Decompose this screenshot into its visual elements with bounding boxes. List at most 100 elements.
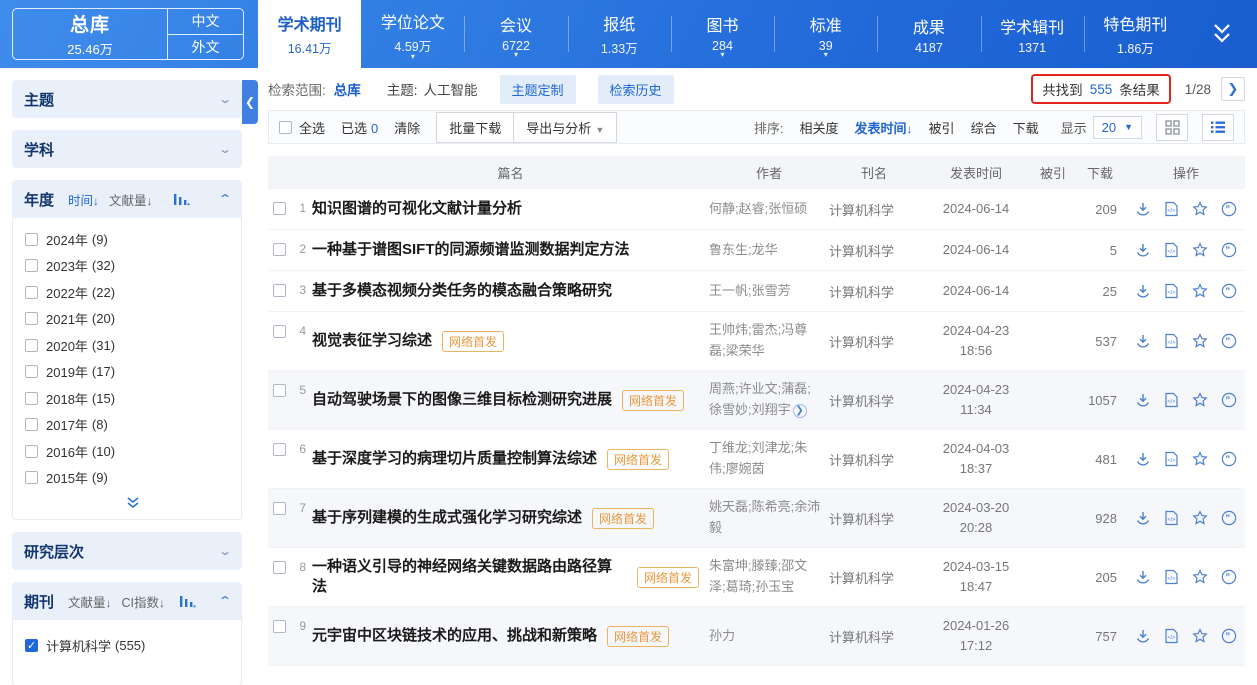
html-read-icon[interactable]: </> — [1164, 201, 1179, 217]
more-tabs-button[interactable] — [1187, 0, 1257, 68]
expand-authors-icon[interactable]: ❯ — [793, 404, 807, 418]
cite-quote-icon[interactable]: ” — [1221, 201, 1237, 217]
row-checkbox[interactable] — [273, 284, 286, 297]
year-filter-option[interactable]: 2020年(31) — [25, 332, 241, 359]
download-icon[interactable] — [1135, 510, 1151, 526]
sort-publish-time[interactable]: 发表时间↓ — [855, 118, 913, 137]
html-read-icon[interactable]: </> — [1164, 242, 1179, 258]
cite-quote-icon[interactable]: ” — [1221, 569, 1237, 585]
select-all-checkbox[interactable] — [279, 121, 292, 134]
checkbox-checked[interactable] — [25, 639, 38, 652]
html-read-icon[interactable]: </> — [1164, 333, 1179, 349]
authors[interactable]: 丁维龙;刘津龙;朱伟;廖婉茵 — [709, 438, 829, 480]
row-checkbox[interactable] — [273, 561, 286, 574]
download-icon[interactable] — [1135, 451, 1151, 467]
checkbox[interactable] — [25, 259, 38, 272]
sort-cited[interactable]: 被引 — [929, 118, 955, 137]
download-icon[interactable] — [1135, 283, 1151, 299]
row-checkbox[interactable] — [273, 202, 286, 215]
tab-conferences[interactable]: 会议 6722 ▾ — [464, 0, 567, 68]
html-read-icon[interactable]: </> — [1164, 392, 1179, 408]
cite-quote-icon[interactable]: ” — [1221, 283, 1237, 299]
year-filter-option[interactable]: 2016年(10) — [25, 438, 241, 465]
download-icon[interactable] — [1135, 569, 1151, 585]
year-filter-option[interactable]: 2022年(22) — [25, 279, 241, 306]
tab-academic-series[interactable]: 学术辑刊 1371 — [981, 0, 1084, 68]
sort-download[interactable]: 下载 — [1013, 118, 1039, 137]
favorite-star-icon[interactable] — [1192, 392, 1208, 408]
journal-link[interactable]: 计算机科学 — [829, 241, 919, 260]
year-filter-option[interactable]: 2018年(15) — [25, 385, 241, 412]
journal-filter-option[interactable]: 计算机科学 (555) — [25, 632, 241, 659]
article-title-link[interactable]: 自动驾驶场景下的图像三维目标检测研究进展 — [312, 390, 612, 410]
tab-academic-journals[interactable]: 学术期刊 16.41万 — [258, 0, 361, 68]
favorite-star-icon[interactable] — [1192, 569, 1208, 585]
download-icon[interactable] — [1135, 628, 1151, 644]
tab-chinese[interactable]: 中文 — [168, 9, 243, 35]
year-sort-by-volume[interactable]: 文献量↓ — [109, 190, 153, 209]
expand-years-button[interactable] — [25, 491, 241, 513]
checkbox[interactable] — [25, 392, 38, 405]
chevron-up-icon[interactable]: ⌃ — [218, 192, 232, 206]
download-icon[interactable] — [1135, 201, 1151, 217]
article-title-link[interactable]: 一种语义引导的神经网络关键数据路由路径算法 — [312, 557, 627, 598]
favorite-star-icon[interactable] — [1192, 333, 1208, 349]
article-title-link[interactable]: 基于序列建模的生成式强化学习研究综述 — [312, 508, 582, 528]
favorite-star-icon[interactable] — [1192, 201, 1208, 217]
year-filter-option[interactable]: 2015年(9) — [25, 465, 241, 492]
authors[interactable]: 姚天磊;陈希亮;余沛毅 — [709, 497, 829, 539]
row-checkbox[interactable] — [273, 502, 286, 515]
html-read-icon[interactable]: </> — [1164, 283, 1179, 299]
list-view-button[interactable] — [1202, 114, 1234, 141]
journal-link[interactable]: 计算机科学 — [829, 450, 919, 469]
cite-quote-icon[interactable]: ” — [1221, 242, 1237, 258]
row-checkbox[interactable] — [273, 243, 286, 256]
checkbox[interactable] — [25, 233, 38, 246]
tab-newspapers[interactable]: 报纸 1.33万 — [568, 0, 671, 68]
year-filter-option[interactable]: 2019年(17) — [25, 359, 241, 386]
journal-link[interactable]: 计算机科学 — [829, 282, 919, 301]
year-filter-option[interactable]: 2024年(9) — [25, 226, 241, 253]
html-read-icon[interactable]: </> — [1164, 628, 1179, 644]
next-page-button[interactable]: ❯ — [1221, 77, 1245, 101]
favorite-star-icon[interactable] — [1192, 510, 1208, 526]
year-filter-option[interactable]: 2017年(8) — [25, 412, 241, 439]
journal-link[interactable]: 计算机科学 — [829, 568, 919, 587]
journal-sort-by-volume[interactable]: 文献量↓ — [68, 592, 112, 611]
checkbox[interactable] — [25, 471, 38, 484]
journal-link[interactable]: 计算机科学 — [829, 391, 919, 410]
journal-link[interactable]: 计算机科学 — [829, 509, 919, 528]
bar-chart-icon[interactable] — [173, 193, 190, 206]
batch-download-button[interactable]: 批量下载 — [436, 112, 514, 143]
article-title-link[interactable]: 基于多模态视频分类任务的模态融合策略研究 — [312, 281, 612, 301]
tab-books[interactable]: 图书 284 ▾ — [671, 0, 774, 68]
cite-quote-icon[interactable]: ” — [1221, 333, 1237, 349]
cite-quote-icon[interactable]: ” — [1221, 392, 1237, 408]
authors[interactable]: 孙力 — [709, 626, 829, 647]
article-title-link[interactable]: 一种基于谱图SIFT的同源频谱监测数据判定方法 — [312, 240, 630, 260]
journal-link[interactable]: 计算机科学 — [829, 200, 919, 219]
row-checkbox[interactable] — [273, 620, 286, 633]
sort-comprehensive[interactable]: 综合 — [971, 118, 997, 137]
year-filter-option[interactable]: 2023年(32) — [25, 253, 241, 280]
checkbox[interactable] — [25, 339, 38, 352]
row-checkbox[interactable] — [273, 443, 286, 456]
panel-discipline-header[interactable]: 学科 ⌄ — [12, 130, 242, 168]
download-icon[interactable] — [1135, 242, 1151, 258]
html-read-icon[interactable]: </> — [1164, 451, 1179, 467]
grid-view-button[interactable] — [1156, 114, 1188, 141]
favorite-star-icon[interactable] — [1192, 242, 1208, 258]
tab-dissertations[interactable]: 学位论文 4.59万 ▾ — [361, 0, 464, 68]
checkbox[interactable] — [25, 445, 38, 458]
scope-value-link[interactable]: 总库 — [334, 79, 361, 99]
cite-quote-icon[interactable]: ” — [1221, 628, 1237, 644]
tab-foreign[interactable]: 外文 — [168, 35, 243, 60]
checkbox[interactable] — [25, 286, 38, 299]
bar-chart-icon[interactable] — [179, 595, 196, 608]
cite-quote-icon[interactable]: ” — [1221, 451, 1237, 467]
download-icon[interactable] — [1135, 333, 1151, 349]
year-sort-by-time[interactable]: 时间↓ — [68, 190, 99, 209]
page-size-select[interactable]: 20▼ — [1093, 116, 1142, 139]
panel-research-level-header[interactable]: 研究层次 ⌄ — [12, 532, 242, 570]
tab-featured-journals[interactable]: 特色期刊 1.86万 — [1084, 0, 1187, 68]
